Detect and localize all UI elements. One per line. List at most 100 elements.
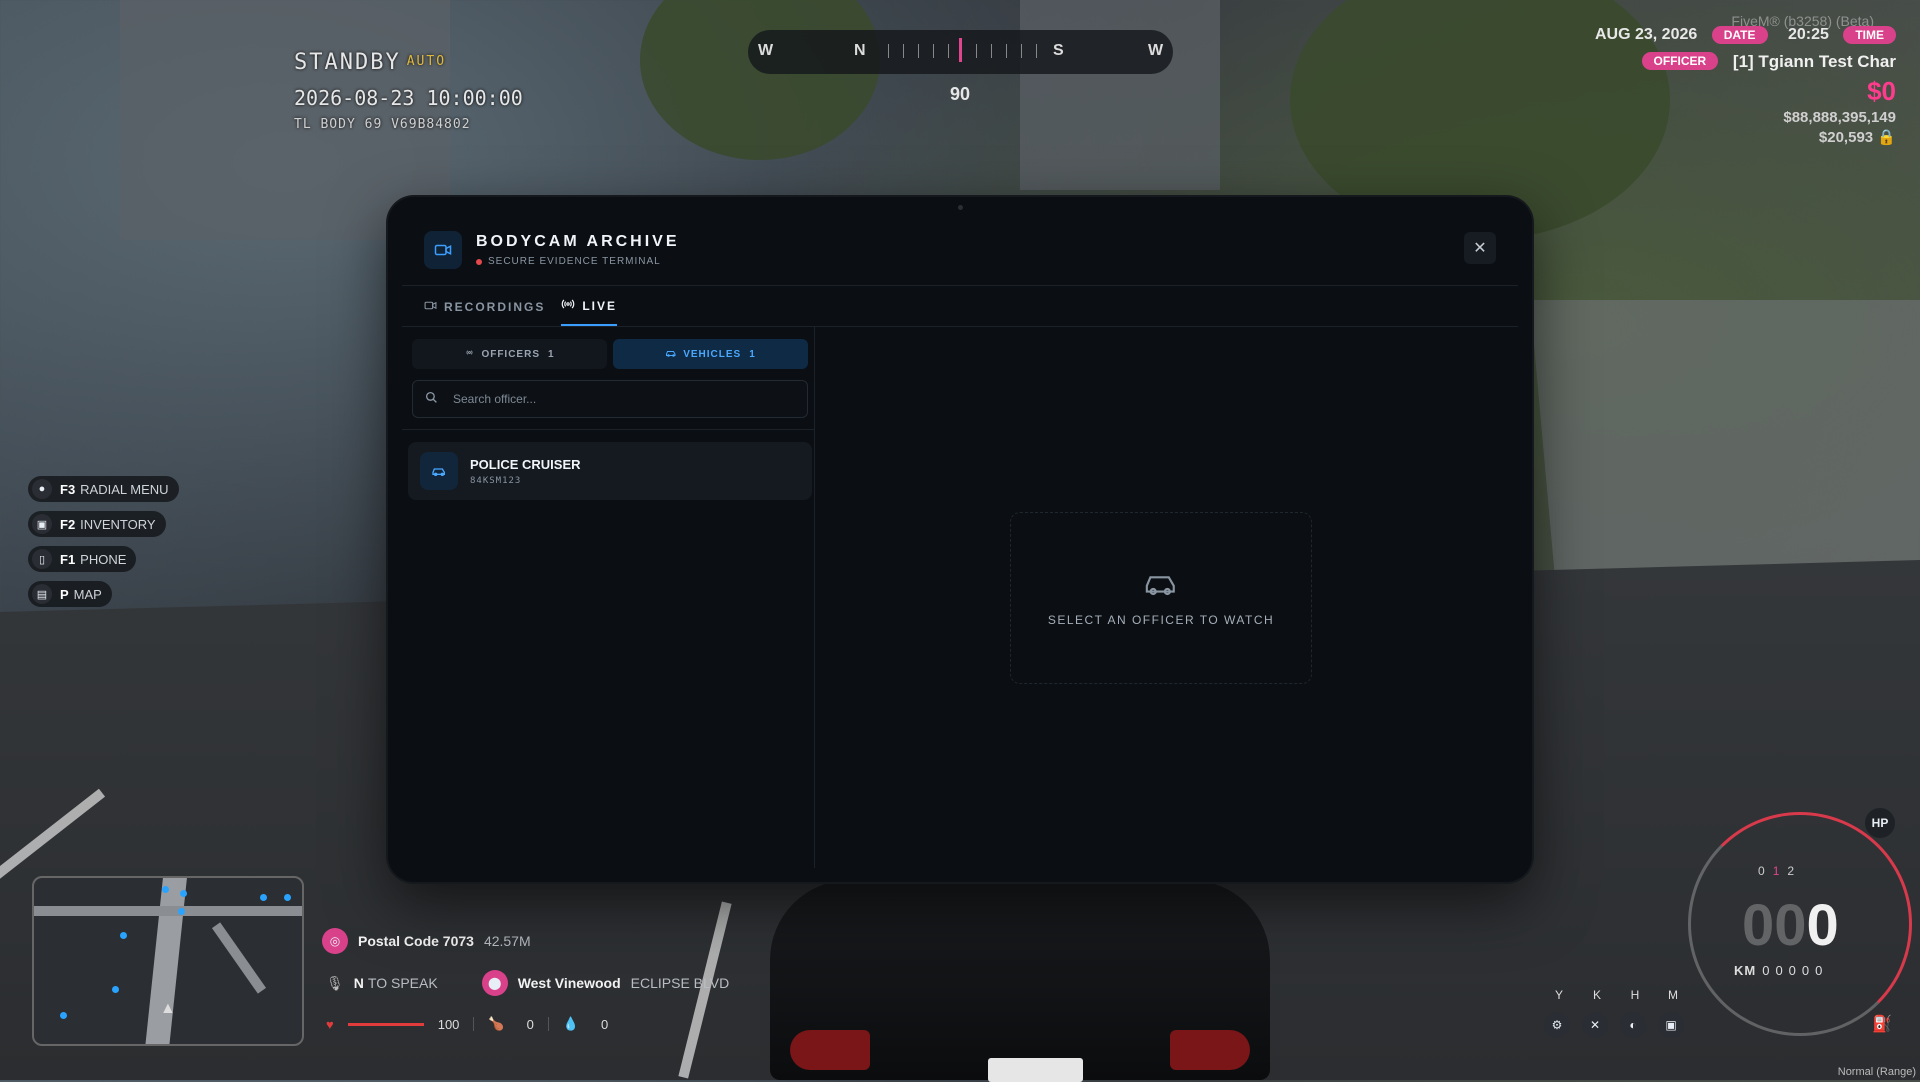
minimap-blip [162, 886, 169, 893]
empty-state: SELECT AN OFFICER TO WATCH [1010, 512, 1312, 684]
compass-tick [991, 44, 992, 58]
engine-icon: ⚙ [1544, 1012, 1570, 1038]
heart-icon: ♥ [326, 1016, 334, 1032]
time-badge: TIME [1843, 26, 1896, 44]
officers-count: 1 [548, 348, 555, 360]
character-row: OFFICER [1] Tgiann Test Char [1595, 52, 1896, 72]
talk-label: TO SPEAK [367, 975, 438, 991]
street-name: ECLIPSE BLVD [630, 975, 730, 991]
recording-dot-icon [476, 258, 482, 265]
divider [473, 1017, 475, 1031]
vehicle-name: POLICE CRUISER [470, 456, 581, 472]
bodycam-mode: AUTO [406, 54, 447, 69]
close-icon: ✕ [1473, 240, 1487, 257]
vehicle-keys: YKHM [1554, 988, 1678, 1002]
status-bars: ♥ 100 🍗 0 💧 0 [326, 1016, 608, 1032]
phone-icon: ▯ [32, 549, 52, 569]
live-filter-segments: OFFICERS 1 VEHICLES 1 [412, 339, 808, 369]
location-pin-icon: ⬤ [481, 970, 508, 996]
keybind-map: ▤ P MAP [28, 581, 112, 607]
keybind-list: ● F3 RADIAL MENU ▣ F2 INVENTORY ▯ F1 PHONE ▤ P M… [28, 476, 179, 616]
tab-recordings[interactable]: RECORDINGS [424, 297, 545, 326]
postal-code: Postal Code 7073 [358, 933, 474, 949]
microphone-icon: 🎙 [326, 974, 344, 991]
voice-location-row: 🎙 N TO SPEAK ⬤ West Vinewood ECLIPSE BLV… [326, 970, 729, 996]
map-icon: ▤ [32, 584, 52, 604]
video-icon [424, 299, 437, 315]
minimap-blip [178, 908, 185, 915]
fuel-icon: ⛽ [1872, 1016, 1892, 1033]
headlight-icon: ◐ [1620, 1012, 1646, 1038]
minimap-blip [260, 894, 267, 901]
tablet-tabs: RECORDINGS LIVE [424, 297, 633, 326]
segment-vehicles[interactable]: VEHICLES 1 [613, 339, 808, 369]
vehicle-plate: 84KSM123 [470, 475, 522, 486]
compass-tick [1036, 44, 1037, 58]
compass-bar: W N S W [748, 30, 1173, 74]
keybind-phone: ▯ F1 PHONE [28, 546, 137, 572]
divider [547, 1017, 549, 1031]
vehicle-icon: ▣ [1658, 1012, 1684, 1038]
talk-key: N [353, 975, 364, 991]
food-icon: 🍗 [488, 1016, 505, 1031]
radial-icon: ● [32, 479, 52, 499]
background-tree [640, 0, 880, 160]
compass-tick [903, 44, 904, 58]
minimap[interactable]: ▲ [32, 876, 304, 1046]
postal-distance: 42.57M [483, 933, 531, 949]
speed-readout: 000 [1742, 893, 1839, 958]
date-badge: DATE [1711, 26, 1768, 44]
hunger-value: 0 [526, 1016, 534, 1032]
sidebar-divider [402, 429, 814, 430]
water-drop-icon: 💧 [562, 1016, 580, 1031]
compass-heading: 90 [949, 84, 971, 104]
vehicle-status-icons: ⚙ ✕ ◐ ▣ [1544, 1012, 1696, 1038]
player-info: AUG 23, 2026 DATE 20:25 TIME OFFICER [1]… [1595, 26, 1896, 146]
live-viewer: SELECT AN OFFICER TO WATCH [815, 327, 1518, 868]
lock-icon: 🔒 [1877, 129, 1896, 146]
search-input[interactable] [451, 391, 795, 407]
bodycam-archive-tablet: BODYCAM ARCHIVE SECURE EVIDENCE TERMINAL… [388, 197, 1532, 882]
keybind-radial: ● F3 RADIAL MENU [28, 476, 179, 502]
video-camera-icon [424, 231, 462, 269]
car-plate [988, 1058, 1083, 1082]
target-icon: ◎ [322, 928, 348, 954]
tablet-subtitle: SECURE EVIDENCE TERMINAL [476, 256, 680, 267]
tab-live[interactable]: LIVE [561, 297, 618, 326]
bank-value: $88,888,395,149 [1783, 109, 1896, 126]
role-badge: OFFICER [1641, 52, 1719, 70]
bodycam-device-id: TL BODY 69 V69B84802 [294, 117, 471, 132]
health-value: 100 [437, 1016, 460, 1032]
vehicles-count: 1 [749, 348, 756, 360]
segment-officers[interactable]: OFFICERS 1 [412, 339, 607, 369]
tablet-title: BODYCAM ARCHIVE [476, 233, 680, 250]
live-sidebar: OFFICERS1 VEHICLES1 POLICE CRUISER 84KSM… [402, 327, 815, 868]
bodycam-status: STANDBY AUTO [294, 50, 447, 75]
other-balance: $20,593 🔒 [1818, 129, 1896, 146]
header-divider [402, 285, 1518, 286]
compass-letter: N [854, 42, 866, 59]
hp-badge: HP [1865, 808, 1895, 838]
compass-letter: W [758, 42, 774, 59]
cash-value: $0 [1867, 76, 1896, 106]
compass-tick [1021, 44, 1022, 58]
close-button[interactable]: ✕ [1464, 232, 1496, 264]
car-tail-light [790, 1030, 870, 1070]
minimap-road [34, 906, 302, 916]
car-icon [665, 347, 677, 362]
vehicle-list-item[interactable]: POLICE CRUISER 84KSM123 [408, 442, 812, 500]
player-arrow-icon: ▲ [160, 1000, 176, 1017]
compass-letter: S [1053, 42, 1064, 59]
gear-indicator: 012 [1758, 864, 1803, 878]
compass-tick [918, 44, 919, 58]
search-box [412, 380, 808, 418]
car-icon [1144, 570, 1178, 601]
keybind-inventory: ▣ F2 INVENTORY [28, 511, 166, 537]
broadcast-icon [464, 347, 475, 361]
compass-tick [976, 44, 977, 58]
thirst-value: 0 [601, 1016, 609, 1032]
tablet-header: BODYCAM ARCHIVE SECURE EVIDENCE TERMINAL [424, 231, 680, 269]
compass-tick [948, 44, 949, 58]
character-name: [1] Tgiann Test Char [1732, 52, 1896, 71]
empty-message: SELECT AN OFFICER TO WATCH [1047, 612, 1275, 627]
